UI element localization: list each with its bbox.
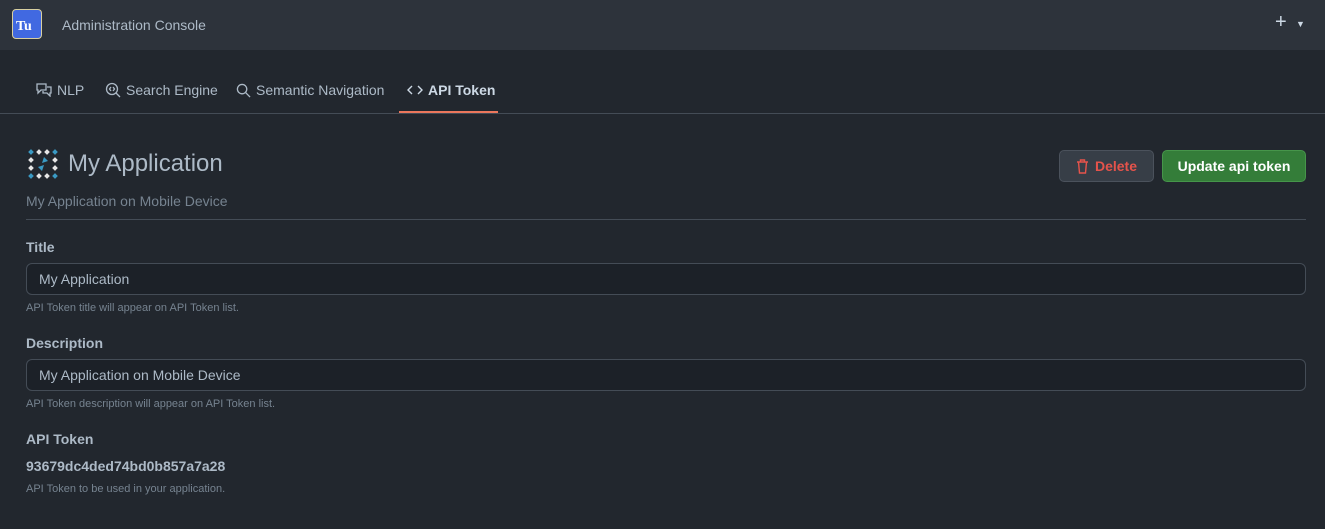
chat-icon	[36, 83, 52, 97]
top-bar: Tu Administration Console + ▼	[0, 0, 1325, 50]
page-title: My Application	[68, 150, 223, 177]
api-token-value: 93679dc4ded74bd0b857a7a28	[26, 458, 226, 474]
caret-down-icon[interactable]: ▼	[1296, 19, 1305, 29]
trash-icon	[1076, 158, 1088, 174]
title-label: Title	[26, 239, 55, 255]
description-input[interactable]	[26, 359, 1306, 391]
tab-label: NLP	[57, 82, 85, 98]
description-help: API Token description will appear on API…	[26, 398, 276, 410]
title-input[interactable]	[26, 263, 1306, 295]
page-subtitle: My Application on Mobile Device	[26, 193, 228, 209]
tab-api-token[interactable]: API Token	[407, 80, 495, 100]
tab-search-engine[interactable]: Search Engine	[105, 80, 218, 100]
plus-icon[interactable]: +	[1275, 11, 1287, 34]
tab-label: Semantic Navigation	[256, 82, 385, 98]
description-label: Description	[26, 335, 104, 351]
app-logo[interactable]: Tu	[12, 9, 42, 39]
app-title: Administration Console	[62, 17, 206, 33]
tab-semantic-navigation[interactable]: Semantic Navigation	[236, 80, 384, 100]
tab-label: API Token	[428, 82, 496, 98]
api-token-help: API Token to be used in your application…	[26, 483, 226, 495]
delete-button[interactable]: Delete	[1059, 150, 1154, 182]
code-icon	[407, 85, 423, 95]
tab-nlp[interactable]: NLP	[36, 80, 84, 100]
delete-label: Delete	[1094, 158, 1138, 174]
tab-label: Search Engine	[126, 82, 218, 98]
active-tab-indicator	[399, 111, 498, 113]
search-code-icon	[105, 82, 121, 98]
page-header: My Application	[28, 149, 223, 179]
tab-bar: NLP Search Engine Semantic Navigation AP…	[0, 50, 1325, 114]
application-icon	[28, 149, 58, 179]
search-icon	[236, 83, 251, 98]
api-token-label: API Token	[26, 431, 94, 447]
title-help: API Token title will appear on API Token…	[26, 302, 239, 314]
update-api-token-button[interactable]: Update api token	[1162, 150, 1306, 182]
divider	[26, 219, 1306, 220]
